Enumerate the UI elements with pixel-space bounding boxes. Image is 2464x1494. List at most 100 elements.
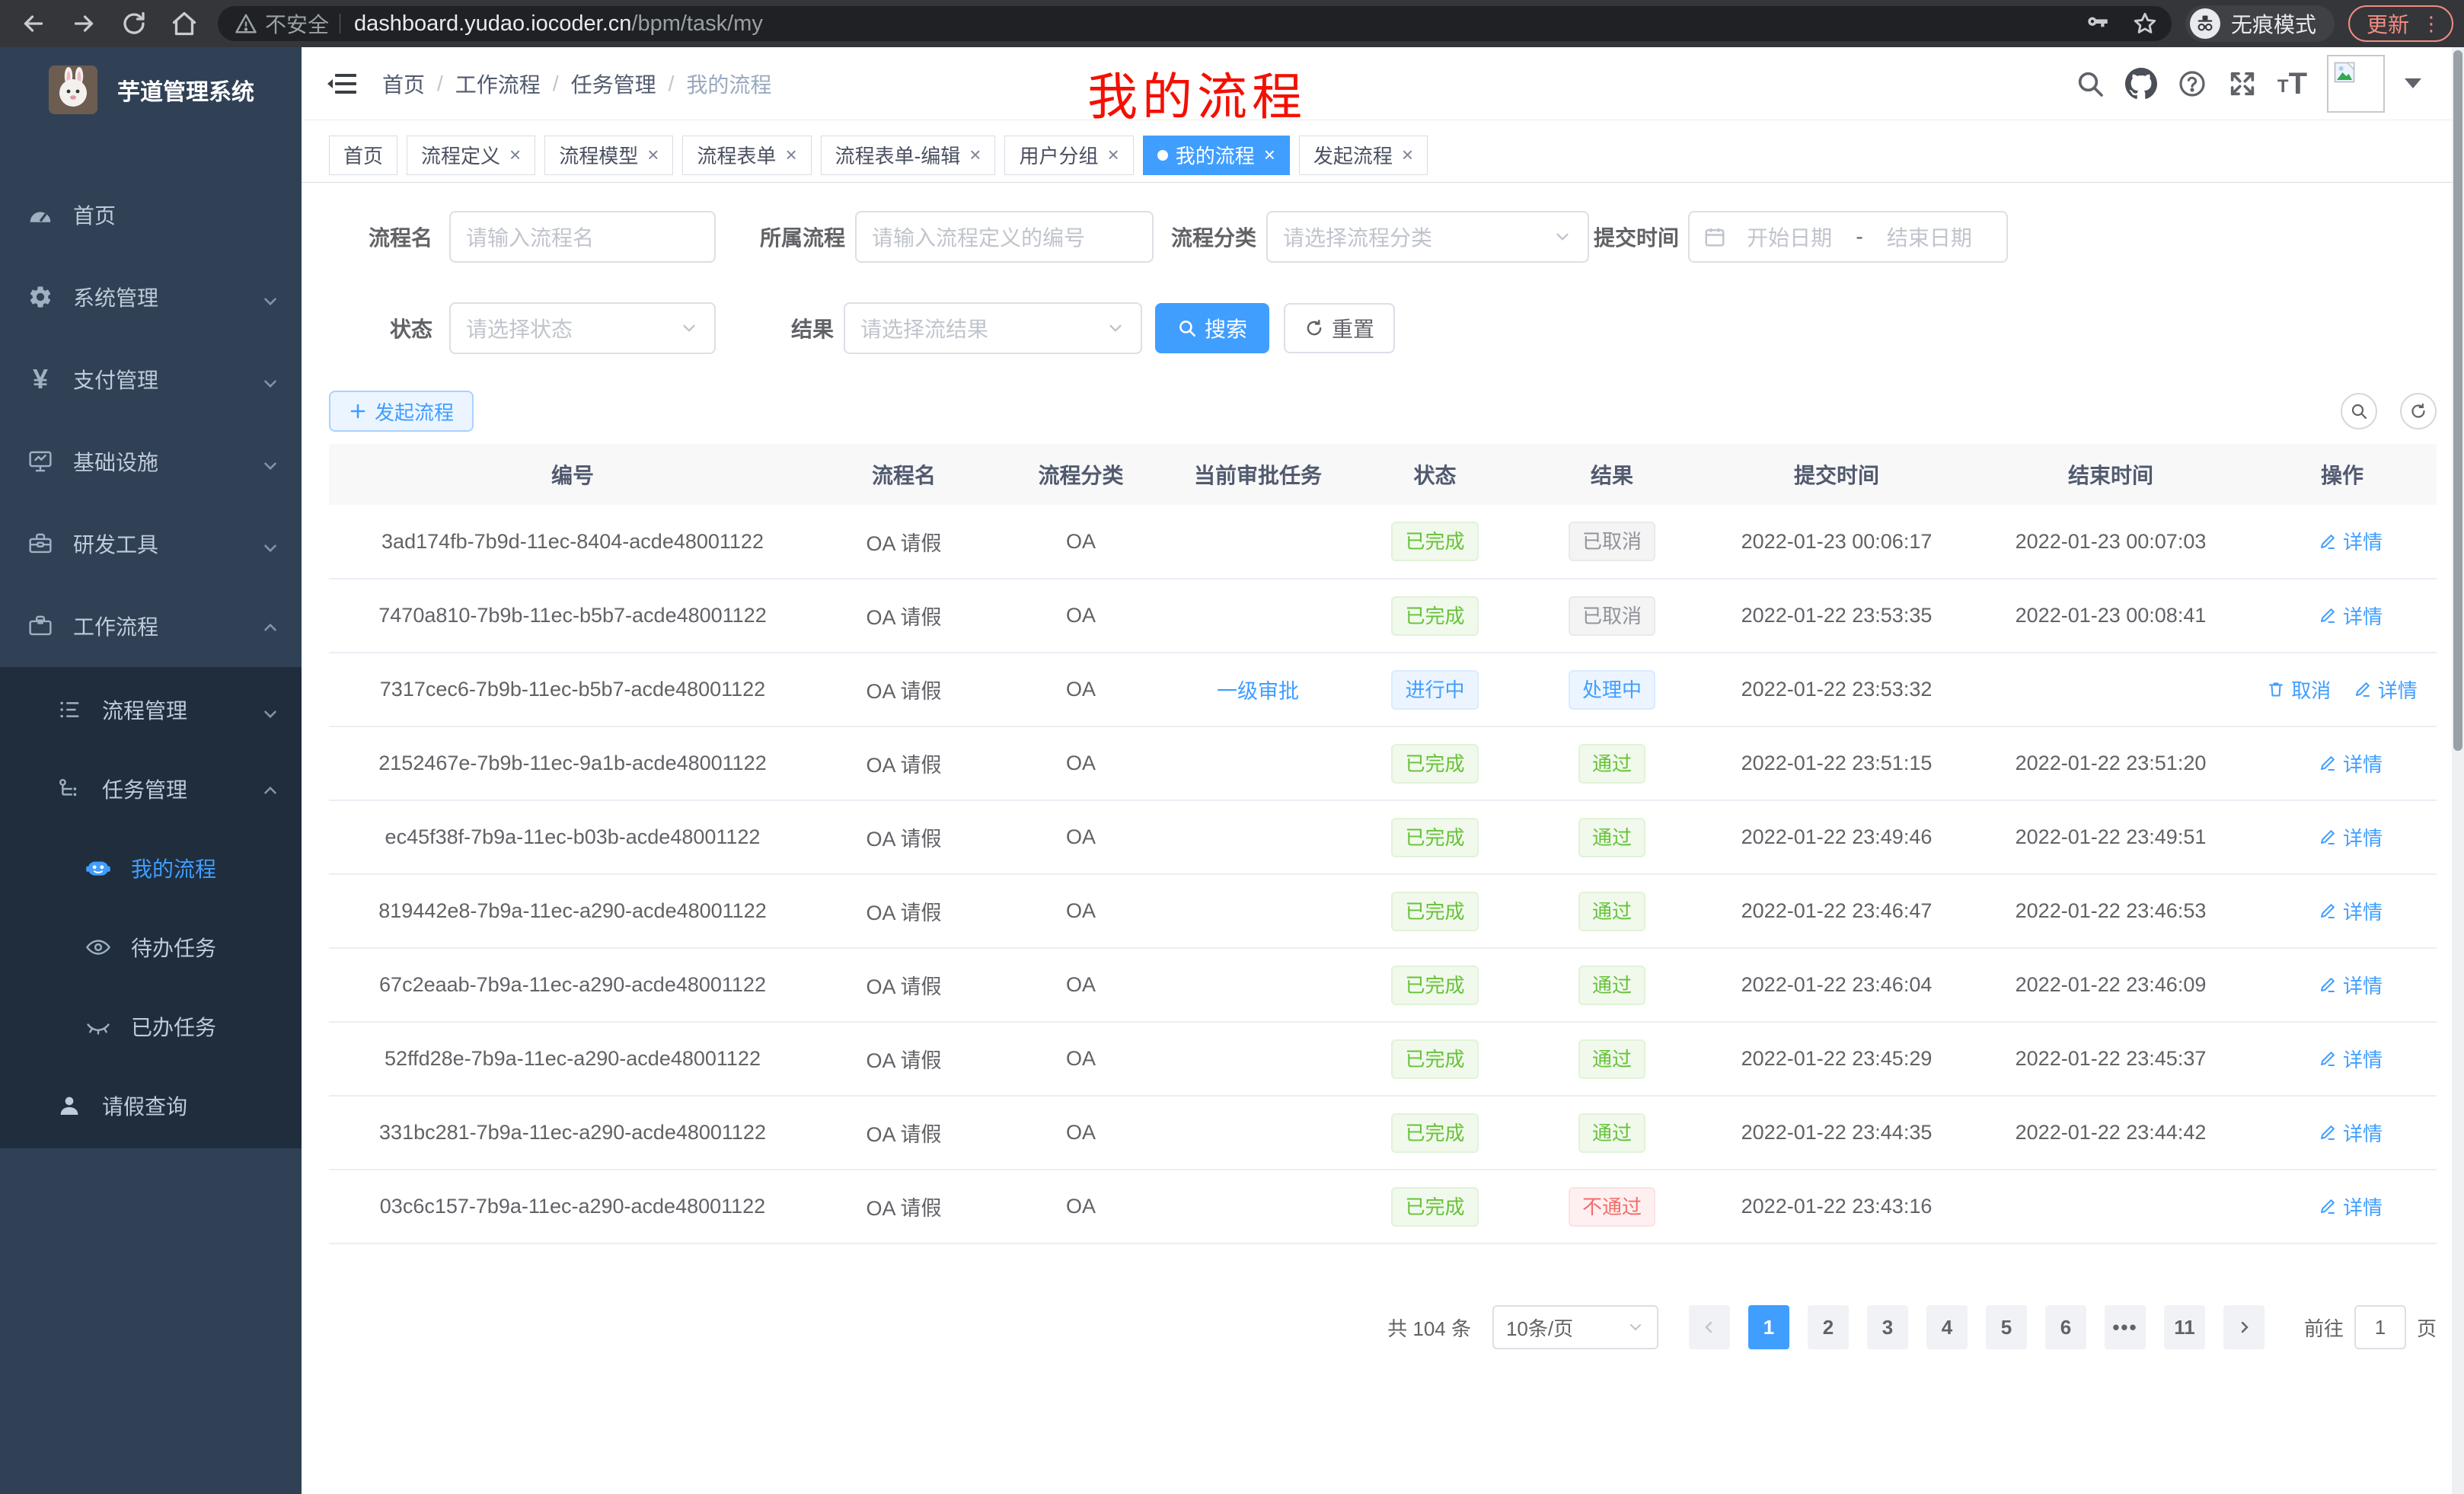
sidebar-item-todo-tasks[interactable]: 待办任务 (0, 908, 302, 987)
result-badge: 通过 (1578, 966, 1645, 1005)
show-search-button[interactable] (2341, 393, 2377, 429)
sidebar-item-process-mgmt[interactable]: 流程管理 (0, 670, 302, 749)
category-select[interactable]: 请选择流程分类 (1266, 211, 1589, 263)
sidebar-item-workflow[interactable]: 工作流程 (0, 585, 302, 667)
bookmark-star-icon[interactable] (2132, 11, 2158, 37)
reset-button[interactable]: 重置 (1284, 303, 1395, 353)
page-button[interactable]: 1 (1748, 1305, 1789, 1349)
scrollbar[interactable] (2452, 47, 2464, 1494)
process-name-input[interactable]: 请输入流程名 (449, 211, 716, 263)
sidebar-collapse-icon[interactable] (327, 71, 358, 97)
table-row[interactable]: 7317cec6-7b9b-11ec-b5b7-acde48001122 OA … (329, 653, 2437, 726)
detail-link[interactable]: 详情 (2319, 602, 2383, 630)
table-row[interactable]: 2152467e-7b9b-11ec-9a1b-acde48001122 OA … (329, 726, 2437, 800)
table-row[interactable]: 52ffd28e-7b9a-11ec-a290-acde48001122 OA … (329, 1022, 2437, 1096)
close-icon[interactable]: × (785, 143, 796, 167)
sidebar-item-payment[interactable]: ¥ 支付管理 (0, 338, 302, 420)
page-button[interactable]: ••• (2105, 1305, 2146, 1349)
refresh-table-button[interactable] (2400, 393, 2437, 429)
submit-time-range-picker[interactable]: 开始日期 - 结束日期 (1688, 211, 2008, 263)
logo-row[interactable]: 芋道管理系统 (0, 47, 302, 132)
sidebar-item-devtools[interactable]: 研发工具 (0, 503, 302, 585)
tab-process-model[interactable]: 流程模型× (544, 136, 673, 175)
sidebar-item-task-mgmt[interactable]: 任务管理 (0, 749, 302, 828)
breadcrumb-home[interactable]: 首页 (382, 69, 425, 99)
table-row[interactable]: 3ad174fb-7b9d-11ec-8404-acde48001122 OA … (329, 505, 2437, 579)
sidebar-item-done-tasks[interactable]: 已办任务 (0, 987, 302, 1066)
cancel-link[interactable]: 取消 (2267, 675, 2331, 704)
tab-my-process[interactable]: 我的流程× (1143, 136, 1290, 175)
reload-icon[interactable] (117, 7, 151, 40)
page-size-select[interactable]: 10条/页 (1492, 1305, 1658, 1349)
table-row[interactable]: 331bc281-7b9a-11ec-a290-acde48001122 OA … (329, 1096, 2437, 1170)
url-text[interactable]: dashboard.yudao.iocoder.cn/bpm/task/my (354, 11, 763, 37)
scrollbar-thumb[interactable] (2453, 50, 2462, 751)
tab-process-definition[interactable]: 流程定义× (407, 136, 535, 175)
incognito-badge[interactable]: 无痕模式 (2185, 5, 2335, 42)
update-button[interactable]: 更新 ⋮ (2348, 5, 2453, 42)
page-button[interactable]: 11 (2164, 1305, 2205, 1349)
page-button[interactable]: 5 (1986, 1305, 2027, 1349)
detail-link[interactable]: 详情 (2319, 1192, 2383, 1221)
detail-link[interactable]: 详情 (2319, 1119, 2383, 1147)
detail-link[interactable]: 详情 (2319, 897, 2383, 925)
sidebar-item-my-process[interactable]: 我的流程 (0, 828, 302, 908)
sidebar-item-home[interactable]: 首页 (0, 174, 302, 256)
detail-link[interactable]: 详情 (2319, 1045, 2383, 1073)
address-bar[interactable]: 不安全 dashboard.yudao.iocoder.cn/bpm/task/… (218, 6, 2172, 41)
detail-link[interactable]: 详情 (2319, 823, 2383, 851)
home-icon[interactable] (168, 7, 201, 40)
fullscreen-icon[interactable] (2227, 69, 2258, 99)
page-button[interactable]: 3 (1867, 1305, 1908, 1349)
sidebar-item-system[interactable]: 系统管理 (0, 256, 302, 338)
table-row[interactable]: 819442e8-7b9a-11ec-a290-acde48001122 OA … (329, 874, 2437, 948)
page-button[interactable]: 6 (2045, 1305, 2086, 1349)
table-row[interactable]: 03c6c157-7b9a-11ec-a290-acde48001122 OA … (329, 1170, 2437, 1243)
key-icon[interactable] (2085, 11, 2111, 37)
breadcrumb-workflow[interactable]: 工作流程 (455, 69, 541, 99)
page-button[interactable]: 2 (1808, 1305, 1849, 1349)
close-icon[interactable]: × (647, 143, 659, 167)
table-row[interactable]: 7470a810-7b9b-11ec-b5b7-acde48001122 OA … (329, 579, 2437, 653)
result-select[interactable]: 请选择流结果 (844, 302, 1142, 354)
detail-link[interactable]: 详情 (2319, 527, 2383, 555)
owner-process-input[interactable]: 请输入流程定义的编号 (855, 211, 1154, 263)
security-label[interactable]: 不安全 (265, 8, 329, 39)
forward-icon[interactable] (67, 7, 101, 40)
cell-category: OA (991, 579, 1170, 653)
page-button[interactable]: 4 (1926, 1305, 1968, 1349)
tab-process-form-edit[interactable]: 流程表单-编辑× (821, 136, 996, 175)
search-icon[interactable] (2075, 69, 2105, 99)
tab-home[interactable]: 首页× (329, 136, 397, 175)
avatar[interactable] (2327, 55, 2385, 113)
close-icon[interactable]: × (969, 143, 981, 167)
detail-link[interactable]: 详情 (2319, 749, 2383, 777)
search-button[interactable]: 搜索 (1155, 303, 1269, 353)
github-icon[interactable] (2125, 68, 2157, 100)
start-process-button[interactable]: 发起流程 (329, 391, 474, 432)
current-task-link[interactable]: 一级审批 (1217, 680, 1299, 703)
table-row[interactable]: 67c2eaab-7b9a-11ec-a290-acde48001122 OA … (329, 948, 2437, 1022)
tab-process-form[interactable]: 流程表单× (682, 136, 811, 175)
back-icon[interactable] (17, 7, 50, 40)
table-row[interactable]: ec45f38f-7b9a-11ec-b03b-acde48001122 OA … (329, 800, 2437, 874)
browser-menu-icon[interactable]: ⋮ (2421, 14, 2441, 34)
help-icon[interactable] (2177, 69, 2207, 99)
close-icon[interactable]: × (1264, 143, 1275, 167)
detail-link[interactable]: 详情 (2354, 675, 2418, 704)
detail-link[interactable]: 详情 (2319, 971, 2383, 999)
tab-start-process[interactable]: 发起流程× (1299, 136, 1428, 175)
close-icon[interactable]: × (1402, 143, 1413, 167)
sidebar-item-infra[interactable]: 基础设施 (0, 420, 302, 503)
close-icon[interactable]: × (509, 143, 521, 167)
status-select[interactable]: 请选择状态 (449, 302, 716, 354)
breadcrumb-task-mgmt[interactable]: 任务管理 (571, 69, 656, 99)
goto-page-input[interactable] (2354, 1305, 2406, 1349)
close-icon[interactable]: × (1108, 143, 1119, 167)
tab-user-group[interactable]: 用户分组× (1004, 136, 1133, 175)
prev-page-button[interactable] (1689, 1305, 1730, 1349)
font-size-icon[interactable]: TT (2277, 69, 2307, 99)
sidebar-item-leave-query[interactable]: 请假查询 (0, 1066, 302, 1145)
avatar-dropdown-icon[interactable] (2405, 78, 2421, 88)
next-page-button[interactable] (2223, 1305, 2265, 1349)
